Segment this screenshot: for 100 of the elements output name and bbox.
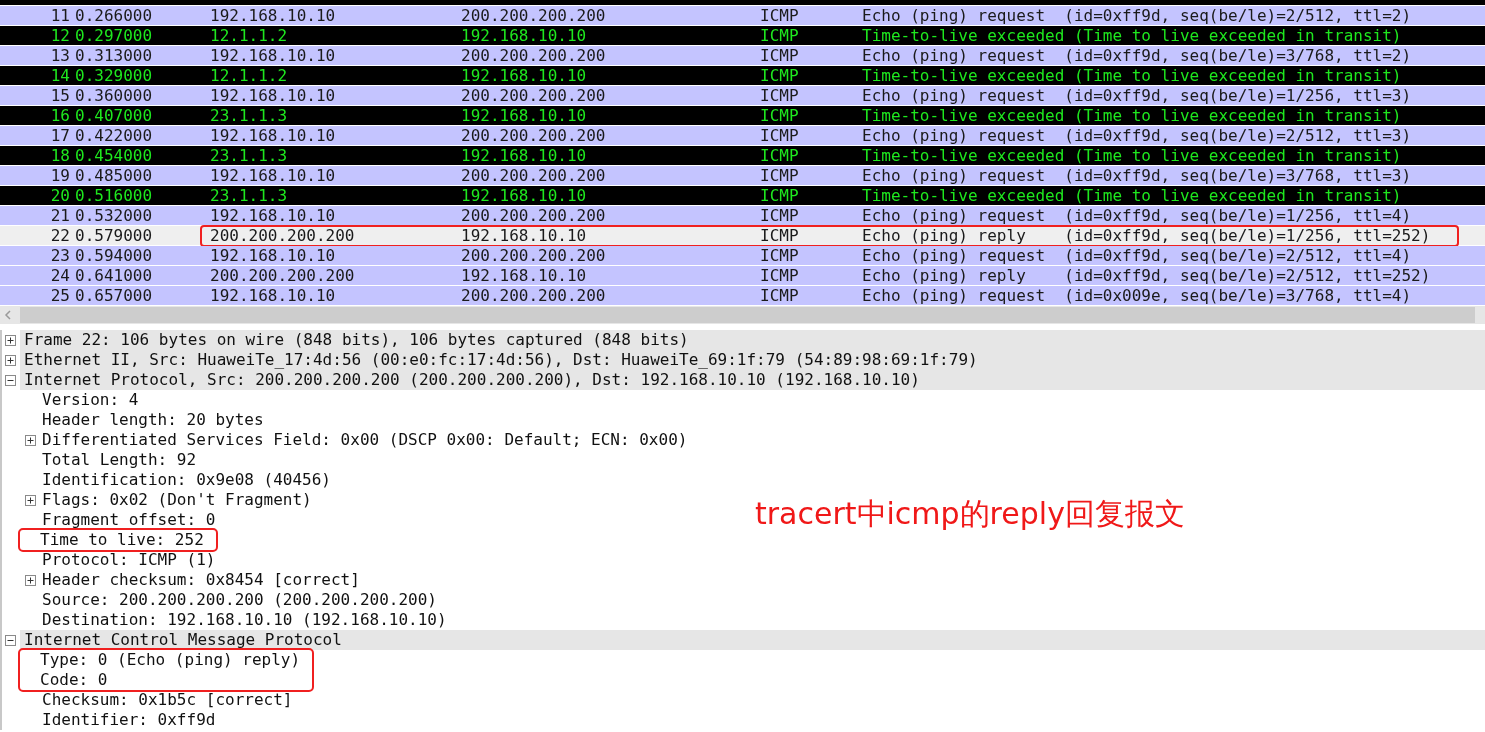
packet-row[interactable]: 19 0.485000 192.168.10.10 200.200.200.200 ICMP Echo (ping) request (id=0xff9d, seq(be/le)=3/768, ttl=3) — [0, 166, 1485, 185]
time-cell-text: 0.360000 — [75, 86, 154, 105]
scrollbar-thumb[interactable] — [20, 307, 1475, 323]
packet-number: 20 — [49, 186, 71, 205]
minus-box-icon[interactable] — [5, 634, 16, 646]
protocol-cell-text: ICMP — [760, 6, 800, 25]
protocol-cell-text: ICMP — [760, 146, 800, 165]
info-cell-text: Echo (ping) request (id=0xff9d, seq(be/le)=2/512, ttl=3) — [862, 126, 1413, 145]
packet-number: 25 — [49, 286, 71, 305]
packet-number: 21 — [49, 206, 71, 225]
packet-row[interactable]: 23 0.594000 192.168.10.10 200.200.200.200 ICMP Echo (ping) request (id=0xff9d, seq(be/le)=2/512, ttl=4) — [0, 246, 1485, 265]
packet-number: 16 — [49, 106, 71, 125]
tree-item[interactable]: Fragment offset: 0 — [42, 510, 216, 530]
tree-item[interactable]: Source: 200.200.200.200 (200.200.200.200) — [42, 590, 437, 610]
tree-item[interactable]: Time to live: 252 — [40, 530, 204, 550]
tree-item[interactable]: Flags: 0x02 (Don't Fragment) — [42, 490, 312, 510]
info-cell-text: Echo (ping) request (id=0xff9d, seq(be/le)=2/512, ttl=4) — [862, 246, 1413, 265]
info-cell-text: Time-to-live exceeded (Time to live exceeded in transit) — [862, 146, 1403, 165]
tree-item[interactable]: Protocol: ICMP (1) — [42, 550, 216, 570]
tree-header[interactable]: Internet Protocol, Src: 200.200.200.200 (200.200.200.200), Dst: 192.168.10.10 (192.168.10.10) — [20, 370, 1485, 390]
tree-item[interactable]: Identifier: 0xff9d — [42, 710, 216, 730]
annotation-text: tracert中icmp的reply回复报文 — [755, 495, 1185, 533]
info-cell-text: Echo (ping) request (id=0xff9d, seq(be/le)=3/768, ttl=3) — [862, 166, 1413, 185]
tree-header[interactable]: Ethernet II, Src: HuaweiTe_17:4d:56 (00:e0:fc:17:4d:56), Dst: HuaweiTe_69:1f:79 (54:89:98:69:1f:79) — [20, 350, 1485, 370]
source-cell-text: 23.1.1.3 — [210, 106, 289, 125]
packet-row[interactable]: 21 0.532000 192.168.10.10 200.200.200.200 ICMP Echo (ping) request (id=0xff9d, seq(be/le)=1/256, ttl=4) — [0, 206, 1485, 225]
minus-box-icon[interactable] — [5, 374, 16, 386]
destination-cell-text: 192.168.10.10 — [461, 106, 588, 125]
tree-item[interactable]: Header checksum: 0x8454 [correct] — [42, 570, 360, 590]
protocol-cell-text: ICMP — [760, 26, 800, 45]
tree-header[interactable]: Internet Control Message Protocol — [20, 630, 1485, 650]
destination-cell-text: 192.168.10.10 — [461, 146, 588, 165]
packet-number: 15 — [49, 86, 71, 105]
plus-box-icon[interactable] — [25, 434, 36, 446]
packet-row[interactable]: 15 0.360000 192.168.10.10 200.200.200.200 ICMP Echo (ping) request (id=0xff9d, seq(be/le)=1/256, ttl=3) — [0, 86, 1485, 105]
destination-cell-text: 192.168.10.10 — [461, 226, 588, 245]
packet-row[interactable]: 22 0.579000 200.200.200.200 192.168.10.10 ICMP Echo (ping) reply (id=0xff9d, seq(be/le)=1/256, ttl=252) — [0, 226, 1485, 245]
plus-box-icon[interactable] — [25, 574, 36, 586]
packet-number: 17 — [49, 126, 71, 145]
protocol-cell-text: ICMP — [760, 266, 800, 285]
source-cell-text: 192.168.10.10 — [210, 286, 337, 305]
packet-number: 14 — [49, 66, 71, 85]
source-cell-text: 12.1.1.2 — [210, 66, 289, 85]
packet-row[interactable]: 14 0.329000 12.1.1.2 192.168.10.10 ICMP Time-to-live exceeded (Time to live exceeded in transit) — [0, 66, 1485, 85]
tree-item[interactable]: Checksum: 0x1b5c [correct] — [42, 690, 293, 710]
tree-header[interactable]: Frame 22: 106 bytes on wire (848 bits), 106 bytes captured (848 bits) — [20, 330, 1485, 350]
protocol-cell-text: ICMP — [760, 106, 800, 125]
time-cell-text: 0.266000 — [75, 6, 154, 25]
packet-row[interactable]: 13 0.313000 192.168.10.10 200.200.200.200 ICMP Echo (ping) request (id=0xff9d, seq(be/le)=3/768, ttl=2) — [0, 46, 1485, 65]
info-cell-text: Time-to-live exceeded (Time to live exceeded in transit) — [862, 26, 1403, 45]
protocol-cell-text: ICMP — [760, 86, 800, 105]
protocol-cell-text: ICMP — [760, 46, 800, 65]
info-cell-text: Time-to-live exceeded (Time to live exceeded in transit) — [862, 106, 1403, 125]
tree-item[interactable]: Version: 4 — [42, 390, 139, 410]
protocol-cell-text: ICMP — [760, 246, 800, 265]
source-cell-text: 192.168.10.10 — [210, 6, 337, 25]
tree-item[interactable]: Destination: 192.168.10.10 (192.168.10.10) — [42, 610, 447, 630]
plus-box-icon[interactable] — [5, 334, 16, 346]
time-cell-text: 0.641000 — [75, 266, 154, 285]
protocol-cell-text: ICMP — [760, 126, 800, 145]
packet-row[interactable]: 17 0.422000 192.168.10.10 200.200.200.200 ICMP Echo (ping) request (id=0xff9d, seq(be/le)=2/512, ttl=3) — [0, 126, 1485, 145]
source-cell-text: 200.200.200.200 — [210, 266, 356, 285]
protocol-cell-text: ICMP — [760, 186, 800, 205]
packet-number: 19 — [49, 166, 71, 185]
source-cell-text: 192.168.10.10 — [210, 46, 337, 65]
destination-cell-text: 192.168.10.10 — [461, 66, 588, 85]
protocol-cell-text: ICMP — [760, 226, 800, 245]
plus-box-icon[interactable] — [25, 494, 36, 506]
time-cell-text: 0.657000 — [75, 286, 154, 305]
source-cell-text: 23.1.1.3 — [210, 186, 289, 205]
tree-item[interactable]: Identification: 0x9e08 (40456) — [42, 470, 331, 490]
packet-row[interactable]: 11 0.266000 192.168.10.10 200.200.200.200 ICMP Echo (ping) request (id=0xff9d, seq(be/le)=2/512, ttl=2) — [0, 6, 1485, 25]
packet-row[interactable]: 25 0.657000 192.168.10.10 200.200.200.200 ICMP Echo (ping) request (id=0x009e, seq(be/le)=3/768, ttl=4) — [0, 286, 1485, 305]
destination-cell-text: 200.200.200.200 — [461, 126, 607, 145]
tree-item[interactable]: Header length: 20 bytes — [42, 410, 264, 430]
packet-row[interactable]: 18 0.454000 23.1.1.3 192.168.10.10 ICMP Time-to-live exceeded (Time to live exceeded in transit) — [0, 146, 1485, 165]
info-cell-text: Echo (ping) reply (id=0xff9d, seq(be/le)=2/512, ttl=252) — [862, 266, 1432, 285]
packet-number: 11 — [49, 6, 71, 25]
destination-cell-text: 200.200.200.200 — [461, 6, 607, 25]
destination-cell-text: 200.200.200.200 — [461, 86, 607, 105]
packet-number: 12 — [49, 26, 71, 45]
info-cell-text: Time-to-live exceeded (Time to live exceeded in transit) — [862, 186, 1403, 205]
packet-row[interactable]: 20 0.516000 23.1.1.3 192.168.10.10 ICMP Time-to-live exceeded (Time to live exceeded in transit) — [0, 186, 1485, 205]
info-cell-text: Echo (ping) request (id=0xff9d, seq(be/le)=1/256, ttl=4) — [862, 206, 1413, 225]
tree-item[interactable]: Differentiated Services Field: 0x00 (DSCP 0x00: Default; ECN: 0x00) — [42, 430, 688, 450]
source-cell-text: 200.200.200.200 — [210, 226, 356, 245]
time-cell-text: 0.313000 — [75, 46, 154, 65]
info-cell-text: Time-to-live exceeded (Time to live exceeded in transit) — [862, 66, 1403, 85]
destination-cell-text: 200.200.200.200 — [461, 166, 607, 185]
source-cell-text: 192.168.10.10 — [210, 86, 337, 105]
plus-box-icon[interactable] — [5, 354, 16, 366]
packet-row[interactable]: 24 0.641000 200.200.200.200 192.168.10.10 ICMP Echo (ping) reply (id=0xff9d, seq(be/le)=2/512, ttl=252) — [0, 266, 1485, 285]
tree-item[interactable]: Total Length: 92 — [42, 450, 197, 470]
tree-item[interactable]: Code: 0 — [40, 670, 108, 690]
time-cell-text: 0.329000 — [75, 66, 154, 85]
info-cell-text: Echo (ping) request (id=0xff9d, seq(be/le)=1/256, ttl=3) — [862, 86, 1413, 105]
packet-row[interactable]: 12 0.297000 12.1.1.2 192.168.10.10 ICMP Time-to-live exceeded (Time to live exceeded in transit) — [0, 26, 1485, 45]
protocol-cell-text: ICMP — [760, 286, 800, 305]
tree-item[interactable]: Type: 0 (Echo (ping) reply) — [40, 650, 301, 670]
packet-row[interactable]: 16 0.407000 23.1.1.3 192.168.10.10 ICMP Time-to-live exceeded (Time to live exceeded in transit) — [0, 106, 1485, 125]
